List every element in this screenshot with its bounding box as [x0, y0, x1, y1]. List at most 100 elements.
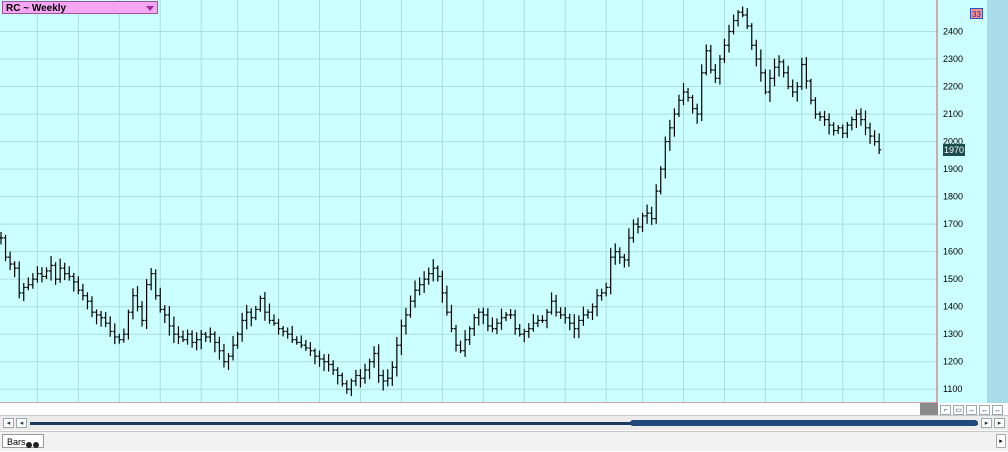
ohlc-bar	[736, 10, 741, 27]
corner-badge[interactable]: 33	[970, 8, 983, 19]
ohlc-bar	[645, 204, 650, 224]
scroll-thumb[interactable]	[630, 420, 978, 426]
ohlc-bar	[294, 336, 299, 345]
fit-icon[interactable]: ↔	[992, 405, 1003, 415]
ohlc-bar	[39, 267, 44, 283]
ohlc-bar	[422, 271, 427, 293]
price-tick-label: 1100	[943, 384, 962, 394]
ohlc-bar	[103, 311, 108, 328]
ohlc-bar	[858, 108, 863, 126]
ohlc-bar	[80, 283, 85, 301]
scroll-right-icon[interactable]: ▸	[981, 418, 992, 428]
ohlc-bar	[130, 288, 135, 320]
scroll-left-icon[interactable]: ◂	[16, 418, 27, 428]
ohlc-bar	[181, 330, 185, 343]
ohlc-bar	[840, 124, 845, 139]
chart-area: 1100 1200 1300 1400 1500 1600 1700 1800 1900 2000…	[0, 0, 1008, 403]
ohlc-bar	[67, 266, 72, 281]
ohlc-bar	[827, 113, 832, 135]
ohlc-bar	[331, 360, 336, 375]
symbol-title: RC ~ Weekly	[6, 3, 67, 14]
ohlc-bar	[617, 247, 622, 264]
ohlc-bar	[144, 279, 149, 330]
ohlc-bar	[749, 23, 754, 50]
bars-tab[interactable]: Bars	[2, 434, 44, 448]
scroll-end-marker	[920, 403, 938, 415]
chart-tool-icon[interactable]: ▭	[953, 405, 964, 415]
ohlc-bar	[8, 251, 13, 271]
ohlc-bar	[258, 295, 263, 312]
price-tick-label: 1200	[943, 357, 963, 367]
ohlc-bar	[631, 219, 636, 243]
ohlc-bar	[526, 322, 531, 338]
ohlc-bar	[476, 308, 481, 326]
ohlc-bar	[272, 314, 276, 326]
ohlc-bar	[849, 116, 854, 131]
ohlc-bar	[549, 292, 554, 315]
price-tick-label: 2100	[943, 109, 963, 119]
ohlc-bar	[567, 313, 572, 331]
ohlc-bar	[140, 301, 145, 327]
ohlc-bar	[372, 346, 377, 368]
ohlc-bar	[299, 335, 304, 349]
ohlc-bar	[831, 122, 836, 136]
ohlc-bar	[754, 39, 759, 67]
ohlc-bar	[454, 324, 458, 352]
ohlc-bar	[35, 266, 40, 283]
zoom-tool-icon[interactable]: ⌐	[940, 405, 951, 415]
ohlc-bar	[517, 323, 522, 337]
ohlc-bar	[545, 309, 549, 329]
ohlc-bar	[540, 315, 545, 323]
ohlc-bar	[608, 247, 613, 295]
price-chart: 1100120013001400150016001700180019002000…	[0, 0, 963, 403]
ohlc-bar	[868, 122, 873, 144]
dropdown-arrow-icon[interactable]	[146, 6, 154, 11]
ohlc-bar	[604, 282, 609, 297]
time-scrollbar[interactable]: ◂ ◂ ▸ ▸ ⌐ ▭ ↔ ↔ ↔	[0, 405, 1008, 430]
panel-toggle-icon[interactable]: ▸	[996, 434, 1006, 448]
ohlc-bar	[231, 336, 236, 361]
ohlc-bar	[162, 305, 167, 324]
ohlc-bar	[49, 255, 54, 281]
ohlc-bar	[135, 286, 140, 312]
scroll-right-end-icon[interactable]: ▸	[994, 418, 1005, 428]
ohlc-bar	[217, 336, 222, 360]
ohlc-bar	[449, 304, 454, 333]
ohlc-bar	[472, 314, 477, 336]
ohlc-bar	[740, 6, 745, 18]
ohlc-bar	[699, 64, 704, 122]
expand-icon[interactable]: ↔	[979, 405, 990, 415]
ohlc-bar	[763, 69, 768, 95]
price-tick-label: 2400	[943, 27, 963, 37]
ohlc-bar	[244, 304, 249, 330]
ohlc-bar	[822, 110, 827, 126]
chain-icon	[26, 438, 40, 448]
scroll-left-end-icon[interactable]: ◂	[3, 418, 14, 428]
ohlc-bar	[667, 119, 672, 151]
ohlc-bar	[504, 312, 509, 322]
symbol-selector[interactable]: RC ~ Weekly	[2, 1, 158, 14]
ohlc-bar	[317, 350, 322, 367]
price-tick-label: 2300	[943, 54, 963, 64]
ohlc-bar	[153, 269, 158, 300]
price-tick-label: 1300	[943, 329, 963, 339]
ohlc-bar	[185, 329, 190, 345]
ohlc-bar	[640, 212, 645, 233]
shrink-icon[interactable]: ↔	[966, 405, 977, 415]
ohlc-bar	[808, 78, 813, 105]
ohlc-bar	[845, 122, 850, 139]
ohlc-bar	[581, 306, 586, 326]
ohlc-bar	[481, 307, 486, 325]
ohlc-bar	[576, 315, 581, 339]
ohlc-bar	[276, 318, 281, 335]
ohlc-bar	[727, 24, 731, 53]
ohlc-bar	[790, 79, 795, 98]
ohlc-bar	[190, 330, 195, 348]
ohlc-bar	[340, 372, 345, 387]
ohlc-bar	[417, 277, 422, 296]
ohlc-bar	[363, 363, 367, 384]
ohlc-bar	[626, 228, 631, 267]
ohlc-bar	[426, 267, 431, 285]
ohlc-bar	[108, 316, 113, 337]
ohlc-bar	[99, 310, 104, 327]
